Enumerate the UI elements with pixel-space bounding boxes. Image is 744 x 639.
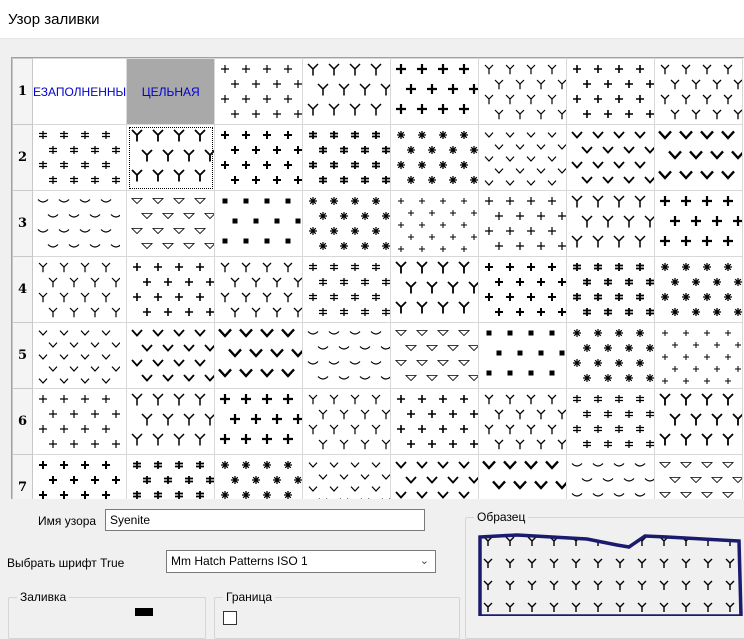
pattern-cell[interactable] bbox=[302, 256, 392, 323]
pattern-row: 1 ЕЗАПОЛНЕННЫ ЦЕЛЬНАЯ bbox=[12, 58, 744, 125]
pattern-cell[interactable] bbox=[214, 388, 304, 455]
border-group-label: Граница bbox=[223, 590, 276, 604]
pattern-cell[interactable] bbox=[31, 454, 128, 499]
pattern-name-field[interactable]: Syenite bbox=[105, 509, 425, 531]
pattern-cell[interactable] bbox=[478, 124, 568, 191]
row-header: 3 bbox=[12, 190, 33, 257]
pattern-cell[interactable] bbox=[566, 256, 656, 323]
pattern-row: 7 bbox=[12, 454, 744, 499]
pattern-cell[interactable] bbox=[654, 190, 744, 257]
pattern-row: 4 bbox=[12, 256, 744, 323]
pattern-table: 1 ЕЗАПОЛНЕННЫ ЦЕЛЬНАЯ 2 3 4 5 6 7 bbox=[12, 58, 744, 499]
pattern-cell-unfilled[interactable]: ЕЗАПОЛНЕННЫ bbox=[31, 58, 128, 125]
row-header: 6 bbox=[12, 388, 33, 455]
pattern-cell[interactable] bbox=[478, 388, 568, 455]
row-header: 2 bbox=[12, 124, 33, 191]
border-group: Граница bbox=[214, 590, 460, 639]
pattern-cell[interactable] bbox=[126, 190, 216, 257]
window-title: Узор заливки bbox=[8, 11, 100, 28]
fill-group-label: Заливка bbox=[17, 590, 70, 604]
chevron-down-icon: ⌄ bbox=[419, 555, 429, 567]
row-header: 1 bbox=[12, 58, 33, 125]
pattern-row: 3 bbox=[12, 190, 744, 257]
pattern-cell[interactable] bbox=[478, 58, 568, 125]
pattern-cell[interactable] bbox=[302, 322, 392, 389]
pattern-cell[interactable] bbox=[31, 388, 128, 455]
pattern-cell[interactable] bbox=[126, 322, 216, 389]
pattern-cell[interactable] bbox=[654, 454, 744, 499]
pattern-cell[interactable] bbox=[126, 388, 216, 455]
border-checkbox[interactable] bbox=[223, 611, 237, 625]
pattern-cell[interactable] bbox=[478, 322, 568, 389]
pattern-cell[interactable] bbox=[390, 322, 480, 389]
pattern-cell[interactable] bbox=[566, 454, 656, 499]
pattern-cell[interactable] bbox=[566, 58, 656, 125]
title-bar: Узор заливки bbox=[0, 0, 744, 39]
pattern-cell[interactable] bbox=[390, 388, 480, 455]
pattern-cell[interactable] bbox=[478, 190, 568, 257]
pattern-cell[interactable] bbox=[566, 388, 656, 455]
pattern-cell[interactable] bbox=[566, 190, 656, 257]
pattern-cell[interactable] bbox=[214, 190, 304, 257]
pattern-name-label: Имя узора bbox=[38, 514, 97, 528]
pattern-cell[interactable] bbox=[214, 256, 304, 323]
row-header: 7 bbox=[12, 454, 33, 499]
pattern-cell[interactable] bbox=[654, 124, 744, 191]
fill-group: Заливка bbox=[8, 590, 206, 639]
pattern-cell[interactable] bbox=[654, 58, 744, 125]
pattern-cell[interactable] bbox=[654, 256, 744, 323]
pattern-cell[interactable] bbox=[390, 58, 480, 125]
pattern-cell[interactable] bbox=[390, 190, 480, 257]
pattern-cell[interactable] bbox=[566, 322, 656, 389]
pattern-cell[interactable] bbox=[126, 454, 216, 499]
pattern-cell[interactable] bbox=[214, 322, 304, 389]
pattern-cell[interactable] bbox=[126, 124, 216, 191]
pattern-cell[interactable] bbox=[31, 256, 128, 323]
pattern-cell[interactable] bbox=[654, 388, 744, 455]
pattern-cell[interactable] bbox=[390, 256, 480, 323]
pattern-cell[interactable] bbox=[478, 256, 568, 323]
pattern-cell[interactable] bbox=[214, 58, 304, 125]
font-select-label: Выбрать шрифт True bbox=[7, 556, 125, 570]
font-select[interactable]: Mm Hatch Patterns ISO 1 ⌄ bbox=[166, 550, 436, 573]
pattern-cell[interactable] bbox=[31, 124, 128, 191]
pattern-cell-solid[interactable]: ЦЕЛЬНАЯ bbox=[126, 58, 216, 125]
pattern-cell[interactable] bbox=[390, 124, 480, 191]
font-select-value: Mm Hatch Patterns ISO 1 bbox=[171, 554, 308, 568]
pattern-cell[interactable] bbox=[302, 388, 392, 455]
pattern-cell[interactable] bbox=[302, 58, 392, 125]
pattern-row: 6 bbox=[12, 388, 744, 455]
pattern-cell[interactable] bbox=[31, 190, 128, 257]
preview-group-label: Образец bbox=[474, 510, 529, 524]
pattern-row: 5 bbox=[12, 322, 744, 389]
pattern-cell[interactable] bbox=[478, 454, 568, 499]
pattern-grid[interactable]: 1 ЕЗАПОЛНЕННЫ ЦЕЛЬНАЯ 2 3 4 5 6 7 bbox=[11, 57, 744, 499]
fill-color-swatch[interactable] bbox=[135, 608, 153, 616]
pattern-cell[interactable] bbox=[31, 322, 128, 389]
pattern-cell[interactable] bbox=[390, 454, 480, 499]
row-header: 5 bbox=[12, 322, 33, 389]
pattern-cell[interactable] bbox=[126, 256, 216, 323]
pattern-cell[interactable] bbox=[654, 322, 744, 389]
pattern-cell[interactable] bbox=[214, 124, 304, 191]
pattern-cell[interactable] bbox=[566, 124, 656, 191]
pattern-cell[interactable] bbox=[214, 454, 304, 499]
pattern-cell[interactable] bbox=[302, 190, 392, 257]
pattern-cell[interactable] bbox=[302, 454, 392, 499]
pattern-cell[interactable] bbox=[302, 124, 392, 191]
row-header: 4 bbox=[12, 256, 33, 323]
pattern-preview bbox=[477, 531, 744, 616]
pattern-row: 2 bbox=[12, 124, 744, 191]
